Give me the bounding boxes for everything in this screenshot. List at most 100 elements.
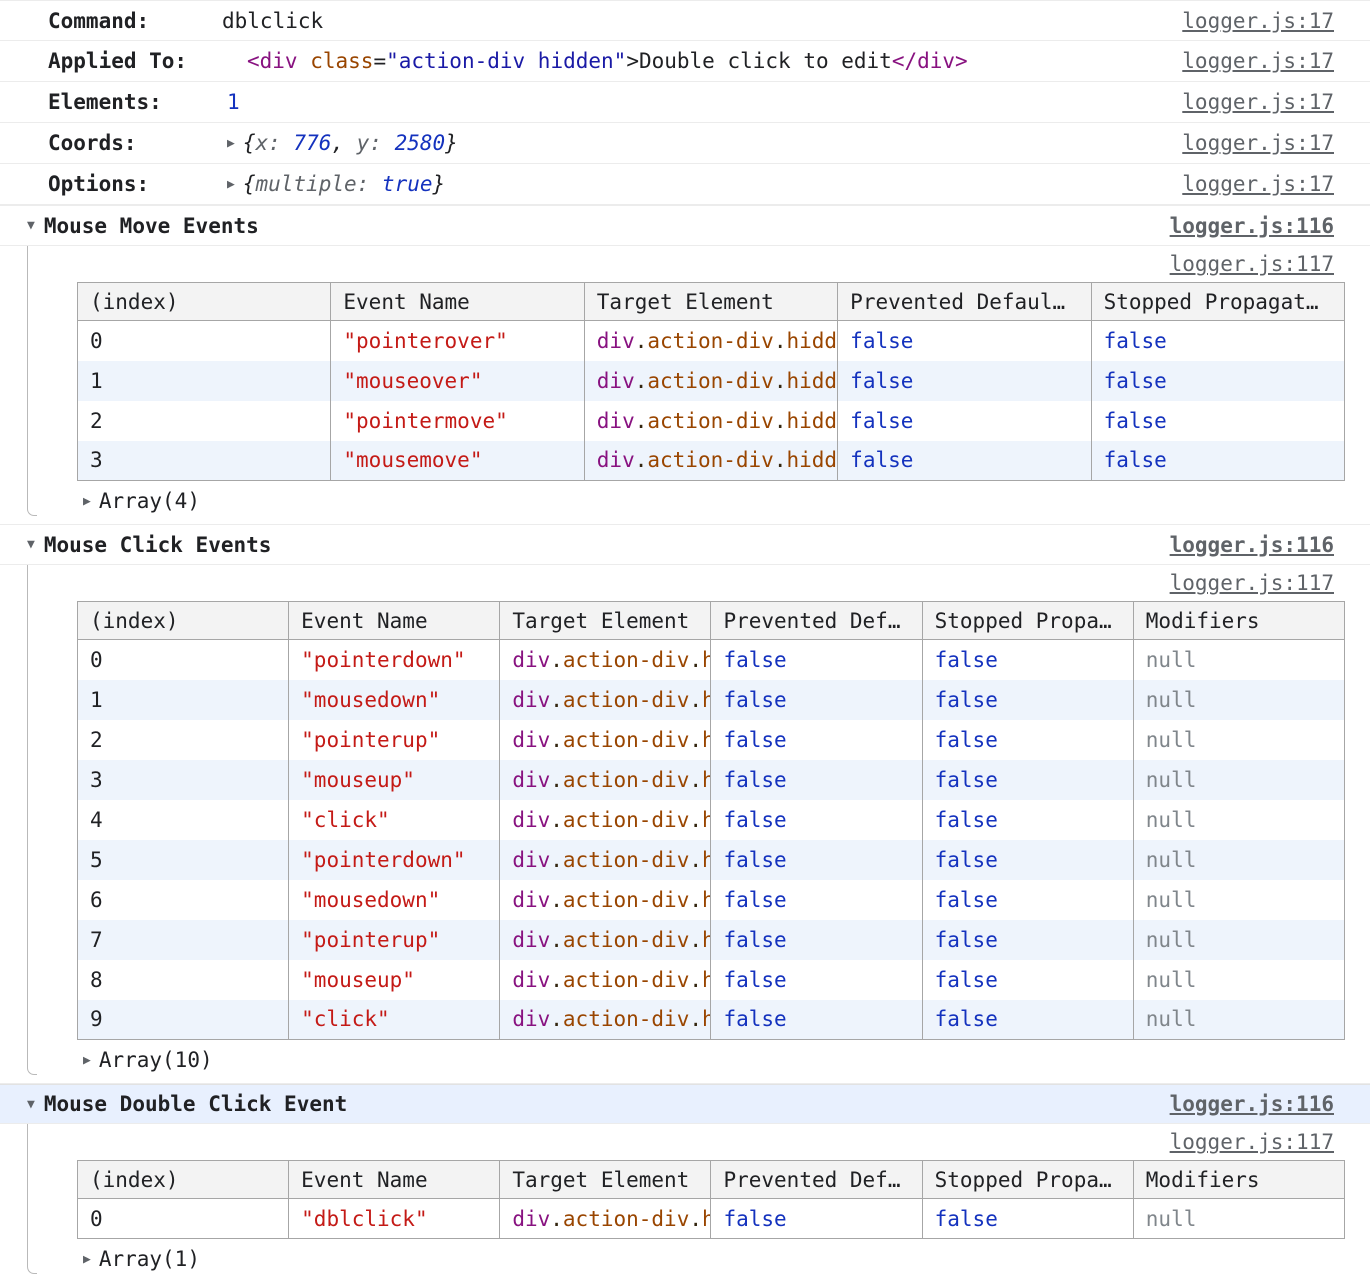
column-header[interactable]: (index) <box>78 1161 289 1199</box>
table-cell: "click" <box>289 800 500 840</box>
table-row: 5"pointerdown"div.action-div.hiddenfalse… <box>78 840 1345 880</box>
table-message-row: logger.js:117 <box>0 565 1370 601</box>
table-cell: null <box>1133 840 1344 880</box>
table-cell: false <box>922 680 1133 720</box>
table-row: 0"dblclick"div.action-div.hiddenfalsefal… <box>78 1199 1345 1239</box>
column-header[interactable]: Modifiers <box>1133 602 1344 640</box>
table-row: 0"pointerdown"div.action-div.hiddenfalse… <box>78 640 1345 680</box>
table-cell: "pointerup" <box>289 920 500 960</box>
table-row: 2"pointerup"div.action-div.hiddenfalsefa… <box>78 720 1345 760</box>
mouse-click-events-table: (index)Event NameTarget ElementPrevented… <box>77 601 1345 1040</box>
source-link[interactable]: logger.js:17 <box>1182 131 1334 155</box>
table-cell: null <box>1133 1199 1344 1239</box>
table-cell: false <box>838 401 1091 441</box>
console-row-applied-to: Applied To: <div class="action-div hidde… <box>0 41 1370 82</box>
table-cell: false <box>922 1199 1133 1239</box>
table-cell: null <box>1133 920 1344 960</box>
array-expander[interactable]: ▶ Array(10) <box>0 1040 1370 1080</box>
column-header[interactable]: Event Name <box>289 1161 500 1199</box>
table-row: 0"pointerover"div.action-div.hiddenfalse… <box>78 321 1345 361</box>
source-link[interactable]: logger.js:117 <box>1170 571 1334 595</box>
table-cell: null <box>1133 800 1344 840</box>
console-group-mouse-move-events: ▼ Mouse Move Events logger.js:116 logger… <box>0 205 1370 524</box>
table-cell: 6 <box>78 880 289 920</box>
source-link[interactable]: logger.js:17 <box>1182 172 1334 196</box>
coords-object-preview[interactable]: {x: 776, y: 2580} <box>243 131 458 155</box>
table-cell: false <box>922 760 1133 800</box>
target-element-cell: div.action-div.hidden <box>584 321 837 361</box>
table-cell: "mousemove" <box>331 441 584 481</box>
array-expander[interactable]: ▶ Array(1) <box>0 1239 1370 1279</box>
options-object-preview[interactable]: {multiple: true} <box>243 172 445 196</box>
source-link[interactable]: logger.js:116 <box>1170 214 1334 238</box>
console-row-coords: Coords: ▶ {x: 776, y: 2580} logger.js:17 <box>0 123 1370 164</box>
console-row-command: Command: dblclick logger.js:17 <box>0 0 1370 41</box>
expand-triangle-icon[interactable]: ▶ <box>83 494 91 509</box>
expand-triangle-icon[interactable]: ▶ <box>83 1252 91 1267</box>
column-header[interactable]: Prevented Def… <box>711 1161 922 1199</box>
table-cell: false <box>1091 441 1344 481</box>
applied-to-element[interactable]: <div class="action-div hidden">Double cl… <box>247 49 968 73</box>
table-cell: false <box>922 920 1133 960</box>
column-header[interactable]: Stopped Propa… <box>922 602 1133 640</box>
array-expander[interactable]: ▶ Array(4) <box>0 481 1370 521</box>
column-header[interactable]: Prevented Defaul… <box>838 283 1091 321</box>
events-table-wrap: (index)Event NameTarget ElementPrevented… <box>77 282 1345 481</box>
target-element-cell: div.action-div.hidden <box>500 1199 711 1239</box>
expand-triangle-icon[interactable]: ▶ <box>83 1053 91 1068</box>
source-link[interactable]: logger.js:117 <box>1170 1130 1334 1154</box>
column-header[interactable]: Target Element <box>584 283 837 321</box>
source-link[interactable]: logger.js:17 <box>1182 90 1334 114</box>
table-cell: null <box>1133 760 1344 800</box>
table-cell: false <box>711 920 922 960</box>
table-cell: false <box>922 1000 1133 1040</box>
group-header-mouse-move-events[interactable]: ▼ Mouse Move Events logger.js:116 <box>0 206 1370 246</box>
column-header[interactable]: (index) <box>78 283 331 321</box>
array-label: Array(4) <box>99 489 200 513</box>
table-cell: "pointerup" <box>289 720 500 760</box>
collapse-triangle-icon[interactable]: ▼ <box>27 537 35 552</box>
table-row: 2"pointermove"div.action-div.hiddenfalse… <box>78 401 1345 441</box>
column-header[interactable]: Target Element <box>500 1161 711 1199</box>
source-link[interactable]: logger.js:17 <box>1182 9 1334 33</box>
group-header-mouse-double-click-event[interactable]: ▼ Mouse Double Click Event logger.js:116 <box>0 1084 1370 1124</box>
column-header[interactable]: Event Name <box>289 602 500 640</box>
table-cell: null <box>1133 960 1344 1000</box>
column-header[interactable]: Modifiers <box>1133 1161 1344 1199</box>
row-label: Elements: <box>48 90 222 114</box>
expand-triangle-icon[interactable]: ▶ <box>227 136 235 151</box>
target-element-cell: div.action-div.hidden <box>500 920 711 960</box>
collapse-triangle-icon[interactable]: ▼ <box>27 218 35 233</box>
column-header[interactable]: Stopped Propa… <box>922 1161 1133 1199</box>
source-link[interactable]: logger.js:17 <box>1182 49 1334 73</box>
row-label: Coords: <box>48 131 222 155</box>
table-cell: 3 <box>78 760 289 800</box>
group-header-mouse-click-events[interactable]: ▼ Mouse Click Events logger.js:116 <box>0 525 1370 565</box>
table-cell: null <box>1133 640 1344 680</box>
table-row: 8"mouseup"div.action-div.hiddenfalsefals… <box>78 960 1345 1000</box>
table-cell: false <box>711 760 922 800</box>
table-cell: "pointerdown" <box>289 640 500 680</box>
column-header[interactable]: Stopped Propagat… <box>1091 283 1344 321</box>
column-header[interactable]: (index) <box>78 602 289 640</box>
collapse-triangle-icon[interactable]: ▼ <box>27 1097 35 1112</box>
source-link[interactable]: logger.js:117 <box>1170 252 1334 276</box>
table-cell: false <box>711 640 922 680</box>
table-cell: 0 <box>78 1199 289 1239</box>
source-link[interactable]: logger.js:116 <box>1170 1092 1334 1116</box>
column-header[interactable]: Target Element <box>500 602 711 640</box>
target-element-cell: div.action-div.hidden <box>584 401 837 441</box>
row-label: Options: <box>48 172 222 196</box>
column-header[interactable]: Event Name <box>331 283 584 321</box>
table-cell: false <box>838 361 1091 401</box>
table-cell: 0 <box>78 321 331 361</box>
column-header[interactable]: Prevented Def… <box>711 602 922 640</box>
table-cell: "pointerdown" <box>289 840 500 880</box>
table-cell: false <box>711 720 922 760</box>
source-link[interactable]: logger.js:116 <box>1170 533 1334 557</box>
expand-triangle-icon[interactable]: ▶ <box>227 177 235 192</box>
table-row: 3"mousemove"div.action-div.hiddenfalsefa… <box>78 441 1345 481</box>
table-message-row: logger.js:117 <box>0 246 1370 282</box>
group-title: Mouse Double Click Event <box>44 1092 347 1116</box>
table-cell: "mousedown" <box>289 880 500 920</box>
